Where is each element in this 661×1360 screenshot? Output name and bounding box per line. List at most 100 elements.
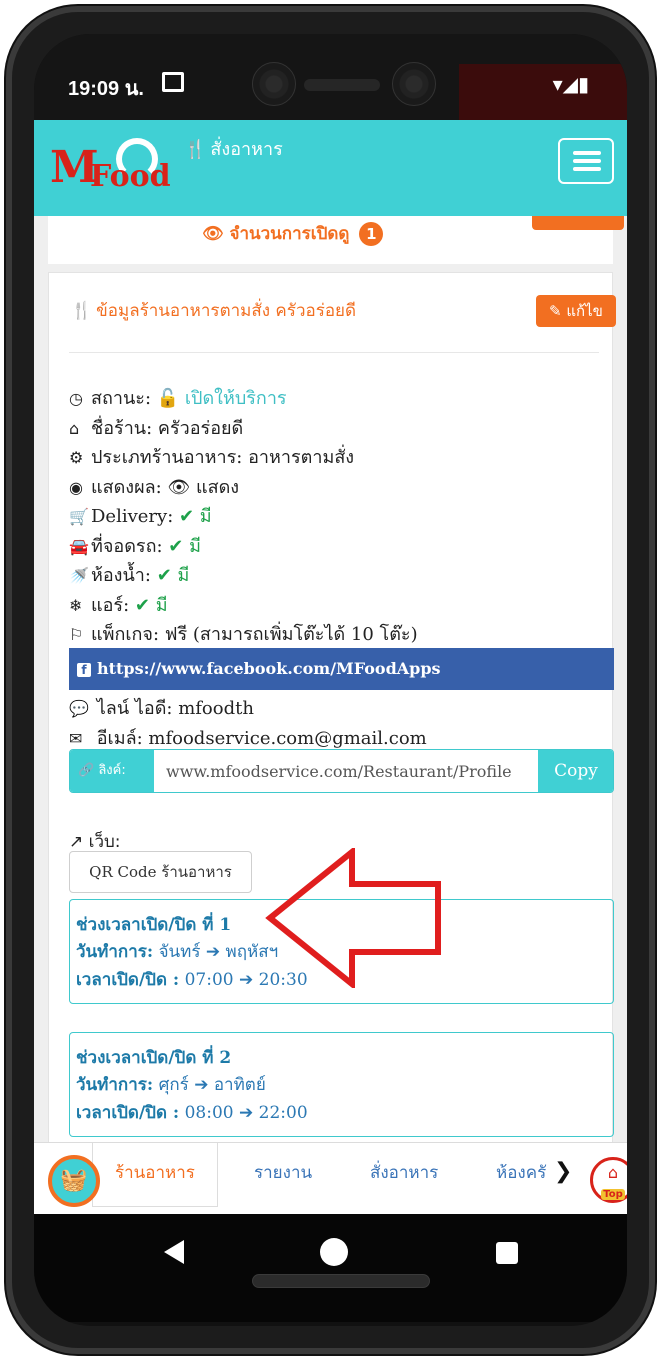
copy-button[interactable]: Copy — [538, 750, 613, 792]
info-row: ⌂ ชื่อร้าน: ครัวอร่อยดี — [69, 413, 609, 443]
info-value: ✔ มี — [168, 535, 201, 557]
status-time: 19:09 น. — [68, 78, 144, 100]
qr-code-button[interactable]: QR Code ร้านอาหาร — [69, 851, 252, 893]
bottom-speaker — [252, 1274, 430, 1288]
info-label: Delivery: — [91, 506, 174, 527]
time-slot-days: วันทำการ: ศุกร์ ➔ อาทิตย์ — [76, 1075, 266, 1095]
info-value: ครัวอร่อยดี — [157, 417, 244, 439]
time-slot-title: ช่วงเวลาเปิด/ปิด ที่ 2 — [76, 1048, 232, 1068]
cutlery-icon: 🍴 — [184, 139, 207, 160]
facebook-link[interactable]: f https://www.facebook.com/MFoodApps — [69, 648, 614, 690]
recent-apps-icon[interactable] — [496, 1242, 518, 1264]
nav-brand-label: สั่งอาหาร — [210, 139, 283, 160]
tab-order[interactable]: สั่งอาหาร — [370, 1143, 438, 1207]
status-bar: 19:09 น. ▾◢▮ — [34, 34, 627, 120]
notification-icon — [162, 72, 184, 92]
info-list: ◷ สถานะ: 🔓 เปิดให้บริการ ⌂ ชื่อร้าน: ครัวอร… — [69, 383, 609, 649]
phone-frame: 19:09 น. ▾◢▮ M Food 🍴 สั่งอาหาร 👁 จำนวนก… — [6, 6, 655, 1354]
info-value: อาหารตามสั่ง — [248, 447, 355, 468]
top-label: Top — [601, 1189, 625, 1200]
views-label: 👁 จำนวนการเปิดดู — [202, 224, 350, 244]
menu-line — [573, 151, 601, 155]
info-label: ประเภทร้านอาหาร: — [91, 447, 243, 468]
earpiece — [304, 79, 380, 91]
restaurant-info-card: 🍴 ข้อมูลร้านอาหารตามสั่ง ครัวอร่อยดี ✎ แก… — [48, 272, 616, 1154]
edit-button[interactable]: ✎ แก้ไข — [536, 295, 616, 327]
divider — [69, 352, 599, 353]
bottom-tab-bar: ร้านอาหาร 🧺 รายงาน สั่งอาหาร ห้องครั ❯ ⌂… — [34, 1142, 627, 1214]
info-row: 🚿 ห้องน้ำ: ✔ มี — [69, 560, 609, 590]
info-icon: ❄ — [69, 595, 83, 615]
house-icon: ⌂ — [607, 1163, 619, 1182]
info-value: 👁 แสดง — [167, 476, 240, 498]
card-header: 🍴 ข้อมูลร้านอาหารตามสั่ง ครัวอร่อยดี — [71, 297, 356, 324]
info-value: ✔ มี — [156, 565, 190, 586]
info-row: ◷ สถานะ: 🔓 เปิดให้บริการ — [69, 383, 609, 413]
line-id-row: 💬 ไลน์ ไอดี: mfoodth — [69, 693, 609, 723]
scroll-top-button[interactable]: ⌂ Top — [590, 1157, 627, 1203]
line-value: mfoodth — [178, 698, 254, 719]
info-icon: ⚙ — [69, 448, 84, 467]
time-slot-2: ช่วงเวลาเปิด/ปิด ที่ 2 วันทำการ: ศุกร์ ➔… — [69, 1032, 614, 1137]
camera-icon — [392, 62, 436, 106]
logo-food: Food — [90, 159, 171, 194]
phone-screen: 19:09 น. ▾◢▮ M Food 🍴 สั่งอาหาร 👁 จำนวนก… — [34, 34, 627, 1326]
basket-icon[interactable]: 🧺 — [48, 1155, 100, 1207]
info-icon: ⚐ — [69, 625, 84, 644]
android-navigation-bar — [34, 1214, 627, 1322]
line-label: ไลน์ ไอดี: — [96, 698, 173, 719]
info-label: แสดงผล: — [91, 476, 162, 498]
line-icon: 💬 — [69, 699, 89, 718]
facebook-icon: f — [77, 663, 91, 677]
views-count-line: 👁 จำนวนการเปิดดู 1 — [202, 220, 384, 247]
annotation-arrow-icon — [265, 848, 441, 988]
info-value: 🔓 เปิดให้บริการ — [156, 388, 287, 409]
email-row: ✉ อีเมล์: mfoodservice.com@gmail.com — [69, 723, 609, 753]
info-label: ที่จอดรถ: — [91, 535, 163, 557]
tab-report[interactable]: รายงาน — [254, 1143, 312, 1207]
info-icon: ⌂ — [69, 418, 80, 438]
info-icon: ◷ — [69, 389, 83, 408]
main-content[interactable]: 👁 จำนวนการเปิดดู 1 🍴 ข้อมูลร้านอาหารตามสั… — [34, 216, 627, 1154]
envelope-icon: ✉ — [69, 728, 83, 748]
chevron-right-icon[interactable]: ❯ — [554, 1159, 572, 1184]
contact-list: 💬 ไลน์ ไอดี: mfoodth ✉ อีเมล์: mfoodserv… — [69, 693, 609, 752]
info-icon: 🚿 — [69, 566, 89, 585]
info-value: ✔ มี — [179, 506, 212, 527]
info-value: ✔ มี — [134, 594, 168, 616]
info-label: แพ็กเกจ: — [91, 624, 160, 645]
email-value: mfoodservice.com@gmail.com — [148, 727, 427, 749]
info-icon: ◉ — [69, 477, 83, 497]
time-slot-hours: เวลาเปิด/ปิด : 08:00 ➔ 22:00 — [76, 1103, 308, 1123]
info-row: ⚐ แพ็กเกจ: ฟรี (สามารถเพิ่มโต๊ะได้ 10 โต๊… — [69, 619, 609, 649]
info-label: ชื่อร้าน: — [91, 417, 153, 439]
menu-line — [573, 167, 601, 171]
profile-link-input[interactable] — [154, 750, 538, 792]
signal-battery-icon: ▾◢▮ — [552, 72, 589, 96]
top-orange-button[interactable] — [532, 216, 624, 230]
back-icon[interactable] — [164, 1240, 184, 1264]
info-label: แอร์: — [91, 594, 130, 616]
hamburger-menu-button[interactable] — [558, 138, 614, 184]
info-row: ❄ แอร์: ✔ มี — [69, 590, 609, 620]
tab-room[interactable]: ห้องครั — [496, 1143, 546, 1207]
cutlery-icon: 🍴 — [71, 301, 93, 321]
status-highlight — [459, 64, 627, 120]
tab-restaurant[interactable]: ร้านอาหาร — [92, 1143, 218, 1207]
facebook-url: https://www.facebook.com/MFoodApps — [97, 659, 441, 678]
link-addon: 🔗 ลิงค์: — [70, 750, 154, 792]
home-icon[interactable] — [320, 1238, 348, 1266]
info-icon: 🚘 — [69, 536, 89, 556]
info-icon: 🛒 — [69, 507, 89, 526]
info-label: ห้องน้ำ: — [91, 565, 151, 586]
info-row: ◉ แสดงผล: 👁 แสดง — [69, 472, 609, 502]
info-row: 🚘 ที่จอดรถ: ✔ มี — [69, 531, 609, 561]
email-label: อีเมล์: — [96, 727, 143, 749]
menu-line — [573, 159, 601, 163]
info-row: 🛒 Delivery: ✔ มี — [69, 501, 609, 531]
views-badge: 1 — [359, 222, 384, 246]
profile-link-group: 🔗 ลิงค์: Copy — [69, 749, 614, 793]
nav-brand-link[interactable]: 🍴 สั่งอาหาร — [184, 134, 283, 163]
info-label: สถานะ: — [91, 388, 152, 409]
app-navbar: M Food 🍴 สั่งอาหาร — [34, 120, 627, 216]
